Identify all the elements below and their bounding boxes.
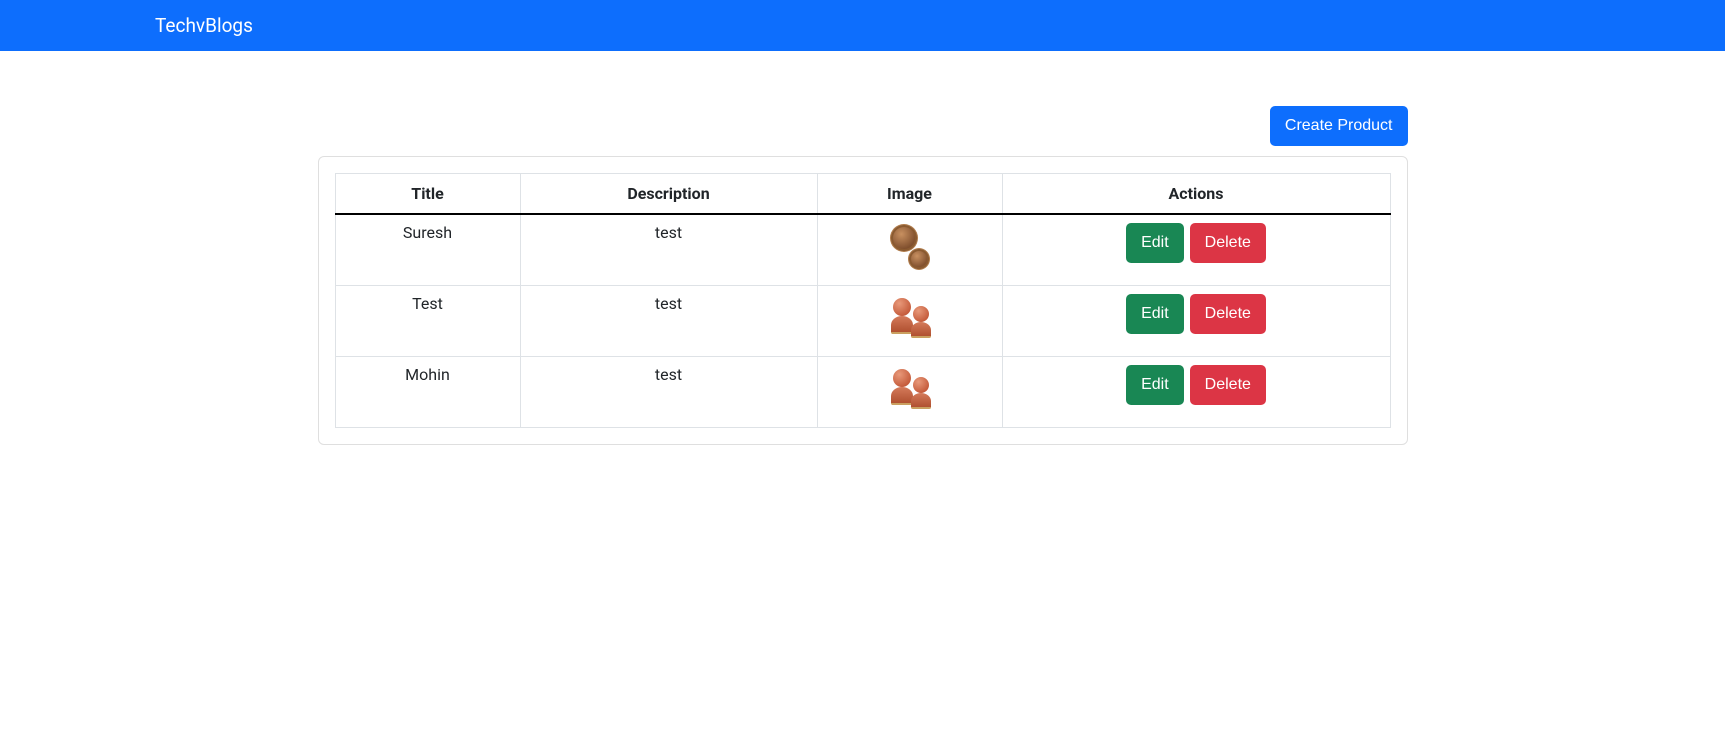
product-image-icon (885, 294, 935, 344)
delete-button[interactable]: Delete (1190, 365, 1266, 405)
product-image-icon (885, 365, 935, 415)
action-bar: Create Product (318, 106, 1408, 146)
cell-title: Suresh (335, 214, 520, 286)
table-row: Sureshtest EditDelete (335, 214, 1390, 286)
header-image: Image (817, 174, 1002, 215)
products-table: Title Description Image Actions Sureshte… (335, 173, 1391, 428)
table-row: Mohintest EditDelete (335, 357, 1390, 428)
cell-image (817, 286, 1002, 357)
header-title: Title (335, 174, 520, 215)
cell-actions: EditDelete (1002, 286, 1390, 357)
delete-button[interactable]: Delete (1190, 294, 1266, 334)
header-actions: Actions (1002, 174, 1390, 215)
brand-link[interactable]: TechvBlogs (155, 14, 253, 37)
main-container: Create Product Title Description Image A… (203, 106, 1523, 445)
products-card: Title Description Image Actions Sureshte… (318, 156, 1408, 445)
edit-button[interactable]: Edit (1126, 223, 1184, 263)
cell-image (817, 357, 1002, 428)
edit-button[interactable]: Edit (1126, 294, 1184, 334)
create-product-button[interactable]: Create Product (1270, 106, 1408, 146)
cell-image (817, 214, 1002, 286)
cell-description: test (520, 214, 817, 286)
cell-title: Test (335, 286, 520, 357)
table-row: Testtest EditDelete (335, 286, 1390, 357)
navbar: TechvBlogs (0, 0, 1725, 51)
cell-description: test (520, 357, 817, 428)
table-header-row: Title Description Image Actions (335, 174, 1390, 215)
cell-actions: EditDelete (1002, 357, 1390, 428)
cell-description: test (520, 286, 817, 357)
product-image-icon (885, 223, 935, 273)
cell-title: Mohin (335, 357, 520, 428)
edit-button[interactable]: Edit (1126, 365, 1184, 405)
cell-actions: EditDelete (1002, 214, 1390, 286)
delete-button[interactable]: Delete (1190, 223, 1266, 263)
header-description: Description (520, 174, 817, 215)
